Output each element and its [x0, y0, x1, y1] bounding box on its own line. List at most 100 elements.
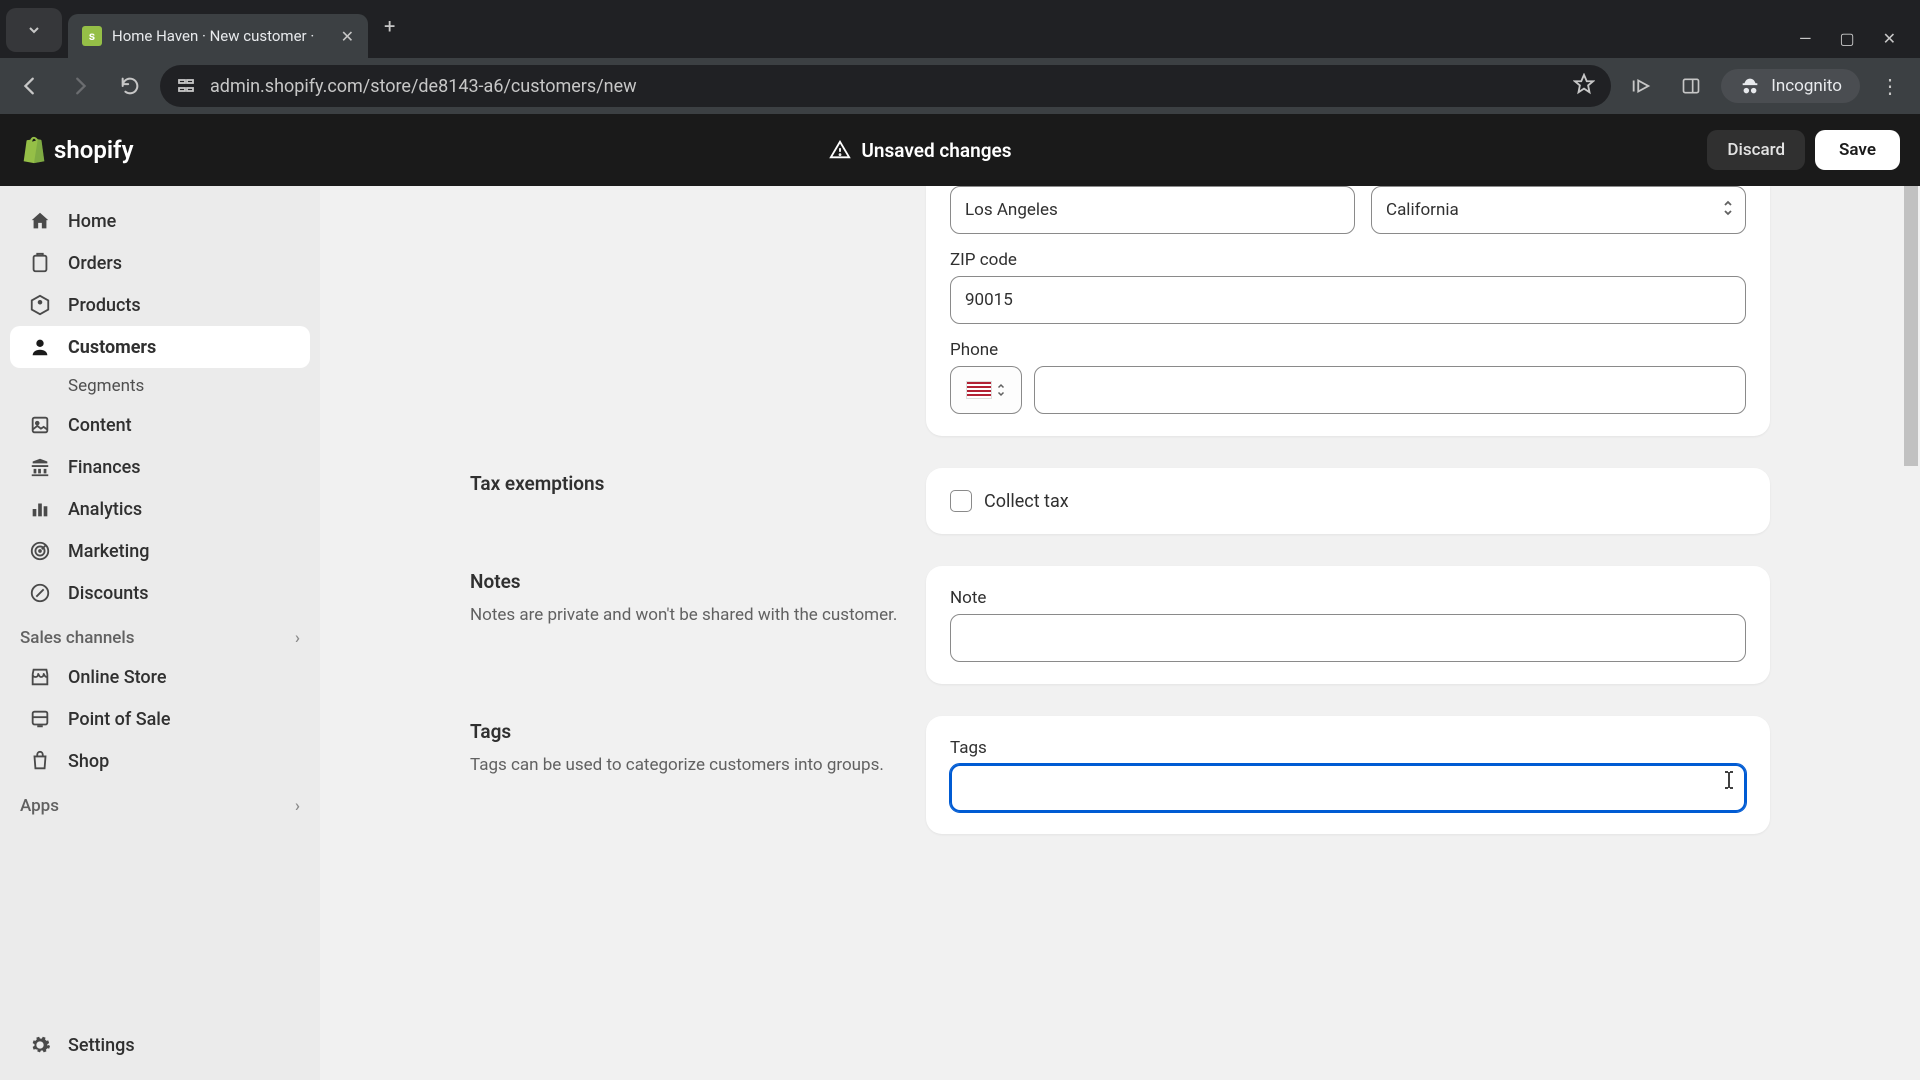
tags-section-title: Tags: [470, 720, 900, 743]
sidebar-item-content[interactable]: Content: [10, 404, 310, 446]
shopify-logo[interactable]: shopify: [20, 135, 134, 165]
sidebar-item-label: Finances: [68, 457, 141, 478]
customers-icon: [28, 335, 52, 359]
us-flag-icon: [966, 381, 992, 399]
sidebar-item-label: Point of Sale: [68, 709, 171, 730]
analytics-icon: [28, 497, 52, 521]
sidebar-item-label: Discounts: [68, 583, 149, 604]
vertical-scrollbar[interactable]: [1902, 186, 1920, 1080]
browser-tab-strip: s Home Haven · New customer · ✕ + — ▢ ✕: [0, 0, 1920, 58]
gear-icon: [28, 1033, 52, 1057]
sidebar-item-home[interactable]: Home: [10, 200, 310, 242]
scrollbar-thumb[interactable]: [1904, 186, 1918, 466]
sidebar-item-orders[interactable]: Orders: [10, 242, 310, 284]
close-window-button[interactable]: ✕: [1883, 29, 1896, 48]
sidebar-channel-online-store[interactable]: Online Store: [10, 656, 310, 698]
collect-tax-checkbox[interactable]: [950, 490, 972, 512]
home-icon: [28, 209, 52, 233]
state-select[interactable]: [1371, 186, 1746, 234]
sidebar-item-label: Home: [68, 211, 116, 232]
window-controls: — ▢ ✕: [1775, 29, 1920, 58]
maximize-button[interactable]: ▢: [1839, 29, 1854, 48]
collect-tax-label: Collect tax: [984, 491, 1069, 512]
sidebar-item-label: Analytics: [68, 499, 142, 520]
sidebar-sales-channels-header[interactable]: Sales channels›: [0, 614, 320, 656]
tags-input[interactable]: [950, 764, 1746, 812]
sidebar-item-label: Orders: [68, 253, 122, 274]
minimize-button[interactable]: —: [1799, 29, 1812, 48]
app-topbar: shopify Unsaved changes Discard Save: [0, 114, 1920, 186]
sidebar-item-settings[interactable]: Settings: [10, 1024, 310, 1066]
tab-close-button[interactable]: ✕: [341, 27, 354, 46]
favicon-icon: s: [82, 26, 102, 46]
browser-toolbar: admin.shopify.com/store/de8143-a6/custom…: [0, 58, 1920, 114]
new-tab-button[interactable]: +: [368, 14, 411, 38]
discounts-icon: [28, 581, 52, 605]
save-button[interactable]: Save: [1815, 130, 1900, 170]
sidebar-item-discounts[interactable]: Discounts: [10, 572, 310, 614]
chevron-right-icon: ›: [295, 796, 300, 816]
tab-search-button[interactable]: [6, 8, 62, 52]
note-input[interactable]: [950, 614, 1746, 662]
phone-country-select[interactable]: [950, 366, 1022, 414]
sidebar-item-analytics[interactable]: Analytics: [10, 488, 310, 530]
tags-section-desc: Tags can be used to categorize customers…: [470, 753, 900, 779]
phone-label: Phone: [950, 340, 1746, 360]
tags-label: Tags: [950, 738, 1746, 758]
sidebar-subitem-segments[interactable]: Segments: [10, 368, 310, 404]
sidebar: Home Orders Products Customers Segments …: [0, 186, 320, 1080]
incognito-label: Incognito: [1771, 76, 1842, 96]
phone-input[interactable]: [1034, 366, 1746, 414]
shop-icon: [28, 749, 52, 773]
tags-card: Tags: [926, 716, 1770, 834]
bookmark-icon[interactable]: [1573, 73, 1595, 100]
browser-menu-button[interactable]: ⋮: [1870, 66, 1910, 106]
sidebar-item-label: Products: [68, 295, 141, 316]
zip-input[interactable]: [950, 276, 1746, 324]
content-area: ZIP code Phone Tax exemptions: [320, 186, 1920, 1080]
logo-text: shopify: [54, 136, 134, 164]
address-bar[interactable]: admin.shopify.com/store/de8143-a6/custom…: [160, 65, 1611, 107]
sidebar-item-customers[interactable]: Customers: [10, 326, 310, 368]
sidebar-item-products[interactable]: Products: [10, 284, 310, 326]
site-settings-icon[interactable]: [176, 76, 196, 96]
discard-button[interactable]: Discard: [1707, 130, 1805, 170]
shopify-bag-icon: [20, 135, 48, 165]
sidebar-apps-header[interactable]: Apps›: [0, 782, 320, 824]
unsaved-changes-label: Unsaved changes: [861, 139, 1011, 162]
browser-tab[interactable]: s Home Haven · New customer · ✕: [68, 14, 368, 58]
tab-title: Home Haven · New customer ·: [112, 27, 314, 45]
back-button[interactable]: [10, 66, 50, 106]
warning-icon: [829, 139, 851, 161]
sidebar-channel-pos[interactable]: Point of Sale: [10, 698, 310, 740]
reload-button[interactable]: [110, 66, 150, 106]
sidebar-channel-shop[interactable]: Shop: [10, 740, 310, 782]
pos-icon: [28, 707, 52, 731]
sidebar-item-label: Shop: [68, 751, 109, 772]
store-icon: [28, 665, 52, 689]
notes-section-desc: Notes are private and won't be shared wi…: [470, 603, 900, 629]
sidebar-item-label: Customers: [68, 337, 156, 358]
city-input[interactable]: [950, 186, 1355, 234]
note-label: Note: [950, 588, 1746, 608]
products-icon: [28, 293, 52, 317]
sidebar-item-label: Online Store: [68, 667, 166, 688]
sidebar-item-finances[interactable]: Finances: [10, 446, 310, 488]
incognito-badge[interactable]: Incognito: [1721, 69, 1860, 103]
marketing-icon: [28, 539, 52, 563]
tax-card: Collect tax: [926, 468, 1770, 534]
sidebar-item-label: Content: [68, 415, 132, 436]
side-panel-icon[interactable]: [1671, 66, 1711, 106]
media-control-icon[interactable]: [1621, 66, 1661, 106]
address-card: ZIP code Phone: [926, 186, 1770, 436]
tax-section-title: Tax exemptions: [470, 472, 900, 495]
orders-icon: [28, 251, 52, 275]
sidebar-item-label: Marketing: [68, 541, 149, 562]
forward-button[interactable]: [60, 66, 100, 106]
sidebar-item-marketing[interactable]: Marketing: [10, 530, 310, 572]
notes-section-title: Notes: [470, 570, 900, 593]
finances-icon: [28, 455, 52, 479]
select-chevron-icon: [1722, 199, 1734, 221]
notes-card: Note: [926, 566, 1770, 684]
sidebar-item-label: Settings: [68, 1035, 135, 1056]
